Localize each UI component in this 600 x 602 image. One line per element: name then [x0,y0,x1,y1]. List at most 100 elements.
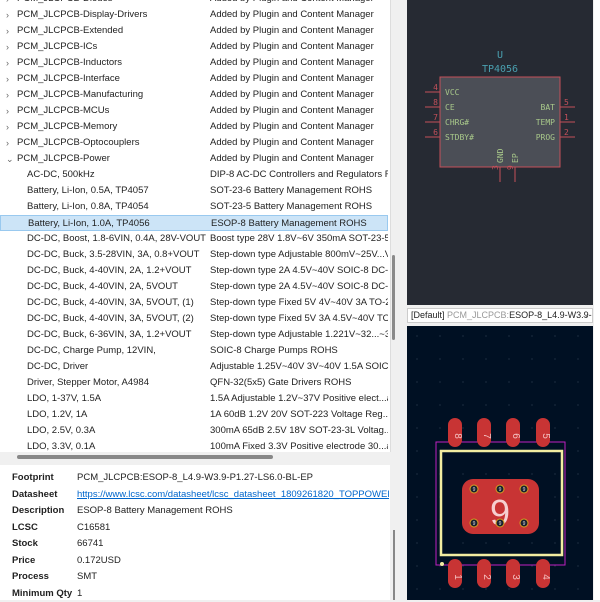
symbol-item[interactable]: DC-DC, Buck, 4-40VIN, 2A, 5VOUT Step-down… [0,279,388,295]
item-description: Boost type 28V 1.8V~6V 350mA SOT-23-5 DC… [210,233,388,244]
symbol-item[interactable]: DC-DC, Buck, 4-40VIN, 2A, 1.2+VOUT Step-d… [0,263,388,279]
grid-dot [416,404,418,406]
chevron-right-icon[interactable]: › [6,7,9,23]
item-description: Step-down type Fixed 5V 4V~40V 3A TO-263… [210,297,388,308]
chevron-right-icon[interactable]: › [6,71,9,87]
grid-dot [554,519,556,521]
item-label: Battery, Li-Ion, 0.8A, TP4054 [27,201,149,212]
grid-dot [462,427,464,429]
item-label: Battery, Li-Ion, 1.0A, TP4056 [28,218,150,229]
chevron-right-icon[interactable]: › [6,0,9,7]
grid-dot [577,542,579,544]
symbol-item[interactable]: DC-DC, Boost, 1.8-6VIN, 0.4A, 28V-VOUT Bo… [0,231,388,247]
symbol-item[interactable]: DC-DC, Buck, 4-40VIN, 3A, 5VOUT, (2) Step… [0,311,388,327]
via-label: 9 [473,487,476,493]
grid-dot [554,565,556,567]
symbol-item[interactable]: DC-DC, Buck, 6-36VIN, 3A, 1.2+VOUT Step-d… [0,327,388,343]
symbol-item[interactable]: Battery, Li-Ion, 1.0A, TP4056 ESOP-8 Batt… [0,215,388,231]
symbol-item[interactable]: Driver, Stepper Motor, A4984 QFN-32(5x5) … [0,375,388,391]
scroll-thumb[interactable] [17,455,273,459]
grid-dot [462,473,464,475]
item-description: Added by Plugin and Content Manager [210,121,374,132]
library-item[interactable]: › PCM_JLCPCB-Diodes Added by Plugin and Co… [0,0,388,7]
grid-dot [577,473,579,475]
library-item[interactable]: › PCM_JLCPCB-ICs Added by Plugin and Conte… [0,39,388,55]
pin-number: 1 [564,113,569,122]
pin-number: 4 [433,83,438,92]
item-description: Added by Plugin and Content Manager [210,137,374,148]
grid-dot [416,519,418,521]
grid-dot [508,588,510,590]
library-item[interactable]: › PCM_JLCPCB-Manufacturing Added by Plugin… [0,87,388,103]
detail-row: LCSC C16581 [12,520,390,536]
item-label: Battery, Li-Ion, 0.5A, TP4057 [27,185,149,196]
library-item[interactable]: › PCM_JLCPCB-Interface Added by Plugin and… [0,71,388,87]
item-description: Added by Plugin and Content Manager [210,41,374,52]
tree-vertical-scrollbar[interactable] [392,255,395,340]
symbol-tree[interactable]: › PCM_JLCPCB-Diodes Added by Plugin and Co… [0,0,391,462]
grid-dot [416,542,418,544]
detail-key: Description [12,505,65,516]
via-label: 9 [499,521,502,527]
grid-dot [416,427,418,429]
item-description: QFN-32(5x5) Gate Drivers ROHS [210,377,352,388]
item-description: DIP-8 AC-DC Controllers and Regulators R… [210,169,388,180]
grid-dot [508,335,510,337]
symbol-item[interactable]: Battery, Li-Ion, 0.5A, TP4057 SOT-23-6 Ba… [0,183,388,199]
pin-name: TEMP [536,118,555,127]
chevron-right-icon[interactable]: › [6,119,9,135]
details-scrollbar[interactable] [393,530,395,600]
symbol-item[interactable]: DC-DC, Buck, 3.5-28VIN, 3A, 0.8+VOUT Step… [0,247,388,263]
grid-dot [531,473,533,475]
footprint-select[interactable]: [Default] PCM_JLCPCB:ESOP-8_L4.9-W3.9-P1… [407,308,593,323]
grid-dot [577,427,579,429]
item-label: PCM_JLCPCB-Power [17,153,110,164]
pin-name: GND [496,148,505,163]
grid-dot [577,335,579,337]
library-item[interactable]: › PCM_JLCPCB-Inductors Added by Plugin and… [0,55,388,71]
item-label: AC-DC, 500kHz [27,169,95,180]
symbol-item[interactable]: DC-DC, Buck, 4-40VIN, 3A, 5VOUT, (1) Step… [0,295,388,311]
item-description: Step-down type Fixed 5V 3A 4.5V~40V TO-2… [210,313,388,324]
pin-name: BAT [541,103,556,112]
chevron-right-icon[interactable]: › [6,55,9,71]
pad-number: 7 [481,433,492,439]
chevron-right-icon[interactable]: › [6,23,9,39]
chevron-right-icon[interactable]: › [6,103,9,119]
symbol-item[interactable]: LDO, 1-37V, 1.5A 1.5A Adjustable 1.2V~37V… [0,391,388,407]
pin-number: 3 [491,165,500,170]
item-description: 1A 60dB 1.2V 20V SOT-223 Voltage Reg...,… [210,409,388,420]
item-description: Added by Plugin and Content Manager [210,57,374,68]
datasheet-link[interactable]: https://www.lcsc.com/datasheet/lcsc_data… [77,487,389,503]
grid-dot [577,496,579,498]
symbol-item[interactable]: AC-DC, 500kHz DIP-8 AC-DC Controllers and… [0,167,388,183]
pin-name: STDBY# [445,133,474,142]
library-item[interactable]: › PCM_JLCPCB-Optocouplers Added by Plugin … [0,135,388,151]
grid-dot [485,335,487,337]
chevron-right-icon[interactable]: › [6,87,9,103]
library-item[interactable]: › PCM_JLCPCB-Memory Added by Plugin and Co… [0,119,388,135]
tree-horizontal-scrollbar[interactable] [0,452,391,462]
grid-dot [462,588,464,590]
grid-dot [508,358,510,360]
grid-dot [531,358,533,360]
library-item[interactable]: ⌄ PCM_JLCPCB-Power Added by Plugin and Con… [0,151,388,167]
symbol-item[interactable]: DC-DC, Charge Pump, 12VIN, SOIC-8 Charge … [0,343,388,359]
detail-key: Process [12,571,49,582]
library-item[interactable]: › PCM_JLCPCB-MCUs Added by Plugin and Cont… [0,103,388,119]
symbol-item[interactable]: LDO, 2.5V, 0.3A 300mA 65dB 2.5V 18V SOT-2… [0,423,388,439]
detail-value: 0.172USD [77,554,121,566]
grid-dot [439,565,441,567]
grid-dot [508,381,510,383]
library-item[interactable]: › PCM_JLCPCB-Display-Drivers Added by Plug… [0,7,388,23]
library-item[interactable]: › PCM_JLCPCB-Extended Added by Plugin and … [0,23,388,39]
symbol-item[interactable]: Battery, Li-Ion, 0.8A, TP4054 SOT-23-5 Ba… [0,199,388,215]
symbol-item[interactable]: LDO, 1.2V, 1A 1A 60dB 1.2V 20V SOT-223 Vo… [0,407,388,423]
via-label: 9 [473,521,476,527]
grid-dot [416,358,418,360]
chevron-right-icon[interactable]: › [6,39,9,55]
chevron-right-icon[interactable]: › [6,135,9,151]
chevron-down-icon[interactable]: ⌄ [6,151,14,167]
symbol-item[interactable]: DC-DC, Driver Adjustable 1.25V~40V 3V~40V… [0,359,388,375]
grid-dot [577,404,579,406]
